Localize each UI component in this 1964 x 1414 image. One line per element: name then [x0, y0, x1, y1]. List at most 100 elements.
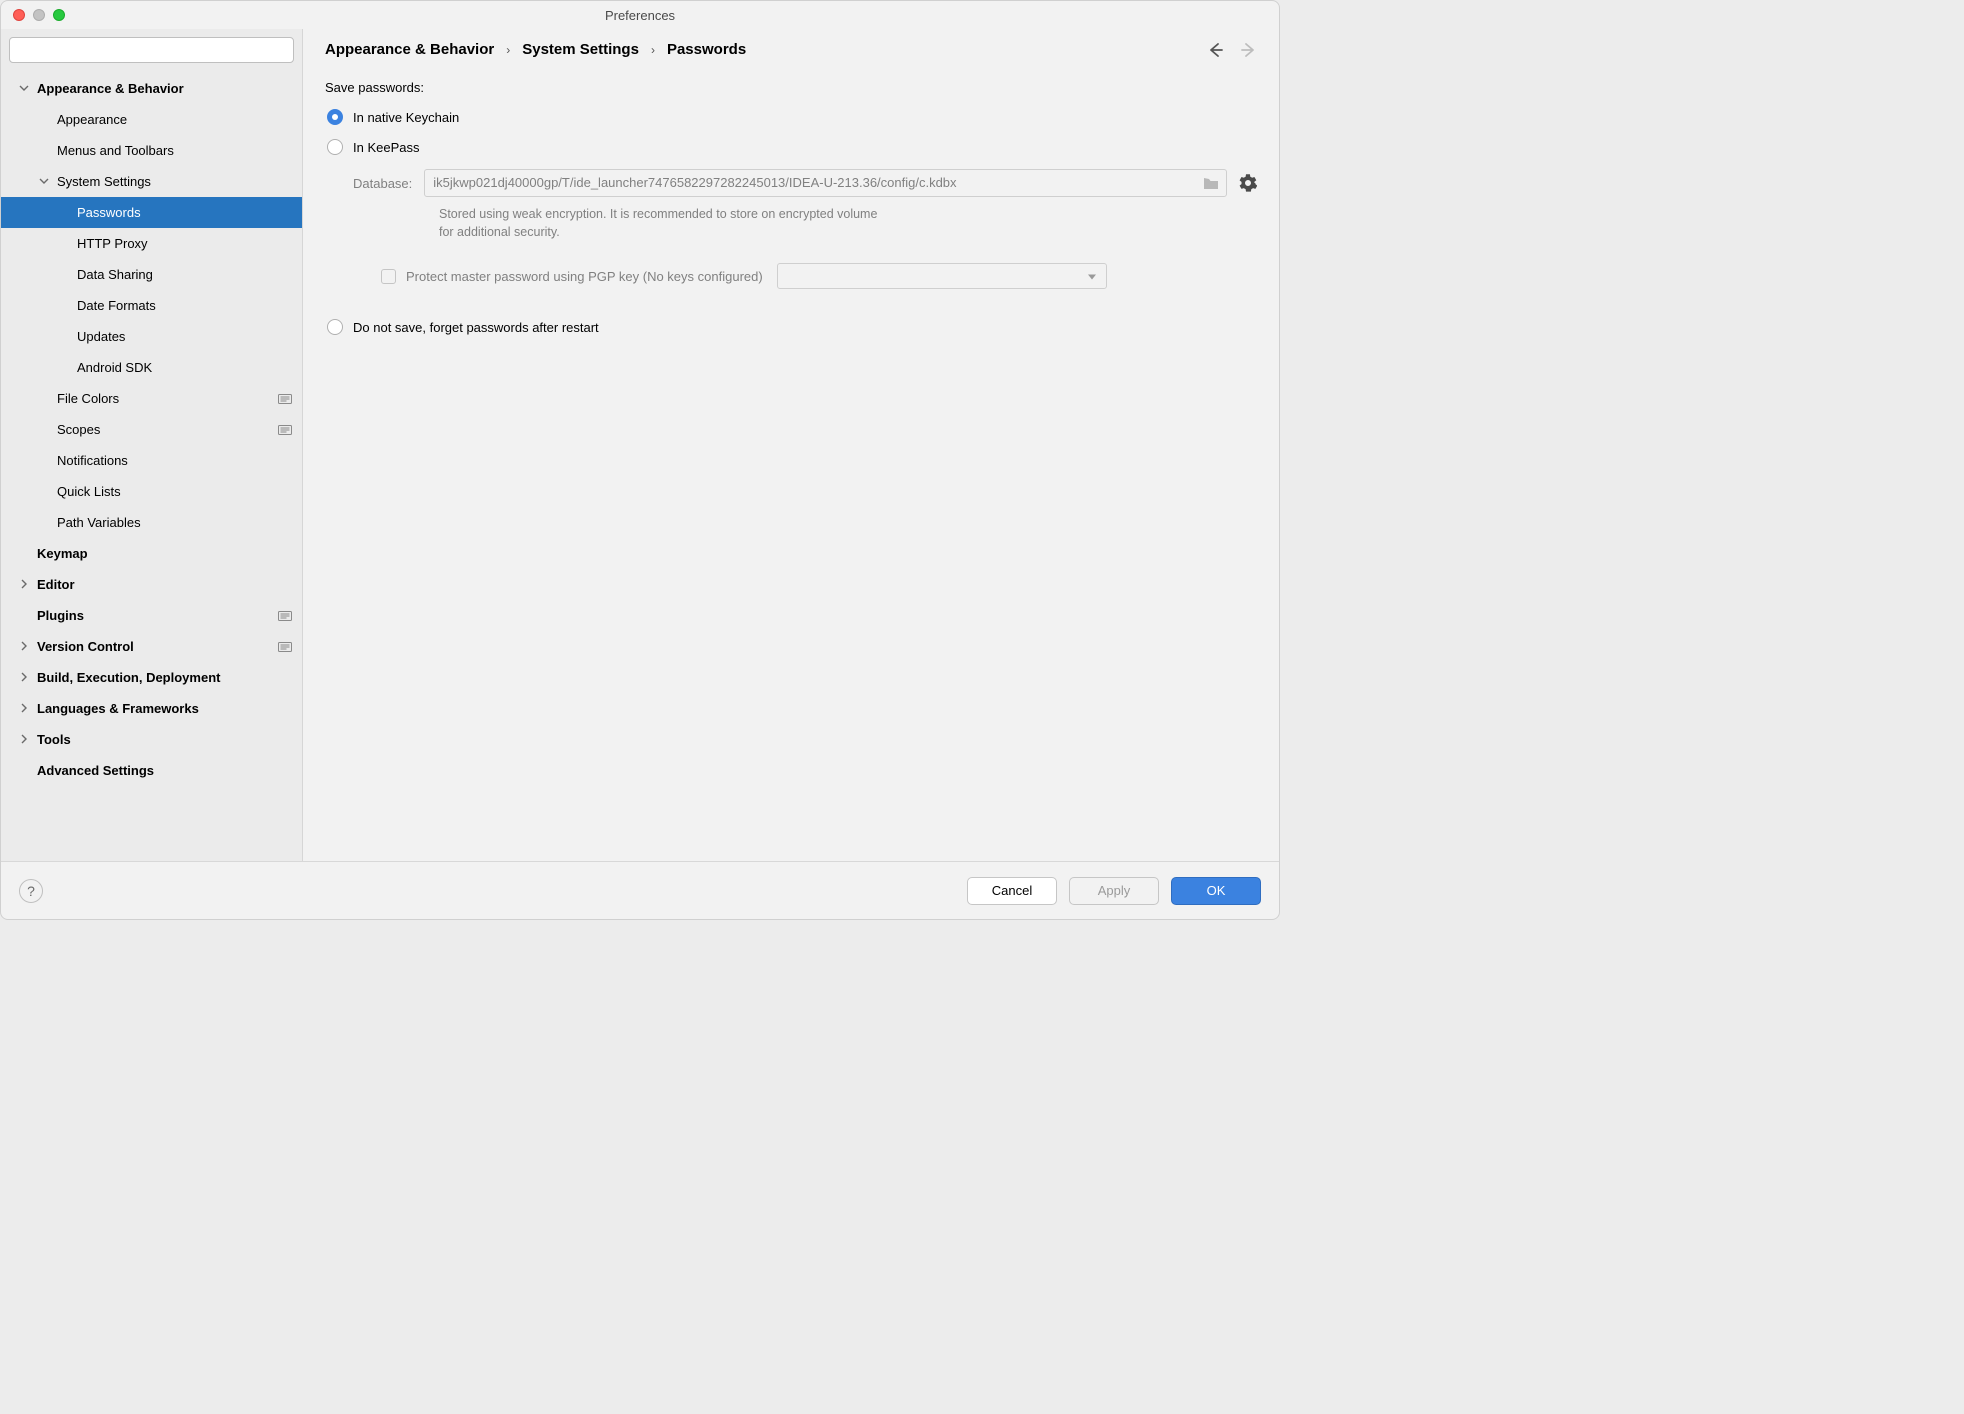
tree-item-label: Menus and Toolbars: [57, 143, 292, 158]
titlebar: Preferences: [1, 1, 1279, 29]
expand-arrow-icon: [39, 517, 51, 529]
project-settings-icon: [278, 393, 292, 405]
pgp-key-dropdown[interactable]: [777, 263, 1107, 289]
expand-arrow-icon: [19, 734, 31, 746]
breadcrumb-part[interactable]: System Settings: [522, 41, 639, 58]
tree-item-label: Passwords: [77, 205, 292, 220]
tree-item-label: Tools: [37, 732, 292, 747]
expand-arrow-icon: [19, 610, 31, 622]
tree-item[interactable]: Data Sharing: [1, 259, 302, 290]
expand-arrow-icon: [39, 114, 51, 126]
tree-item-label: Android SDK: [77, 360, 292, 375]
settings-tree[interactable]: Appearance & Behavior Appearance Menus and…: [1, 69, 302, 861]
tree-item[interactable]: Android SDK: [1, 352, 302, 383]
help-button[interactable]: ?: [19, 879, 43, 903]
expand-arrow-icon: [59, 207, 71, 219]
ok-button[interactable]: OK: [1171, 877, 1261, 905]
help-icon: ?: [27, 883, 35, 899]
expand-arrow-icon: [39, 424, 51, 436]
tree-item-label: Version Control: [37, 639, 278, 654]
tree-item-label: Date Formats: [77, 298, 292, 313]
back-button[interactable]: [1207, 42, 1223, 58]
minimize-window-button[interactable]: [33, 9, 45, 21]
tree-item-label: System Settings: [57, 174, 292, 189]
tree-item[interactable]: File Colors: [1, 383, 302, 414]
gear-icon[interactable]: [1239, 174, 1257, 192]
expand-arrow-icon: [19, 703, 31, 715]
window-controls: [1, 9, 65, 21]
forward-button[interactable]: [1241, 42, 1257, 58]
tree-item-label: Advanced Settings: [37, 763, 292, 778]
search-container: [1, 29, 302, 69]
zoom-window-button[interactable]: [53, 9, 65, 21]
tree-item-label: Keymap: [37, 546, 292, 561]
breadcrumb-row: Appearance & Behavior › System Settings …: [325, 41, 1257, 58]
radio-keychain[interactable]: In native Keychain: [327, 109, 1257, 125]
preferences-window: Preferences Appearance & BehaviorAppeara…: [0, 0, 1280, 920]
arrow-left-icon: [1207, 42, 1223, 58]
main-area: Appearance & Behavior Appearance Menus and…: [1, 29, 1279, 861]
tree-item[interactable]: Advanced Settings: [1, 755, 302, 786]
breadcrumb-part[interactable]: Appearance & Behavior: [325, 41, 494, 58]
expand-arrow-icon: [19, 672, 31, 684]
tree-item[interactable]: Path Variables: [1, 507, 302, 538]
tree-item[interactable]: Quick Lists: [1, 476, 302, 507]
project-settings-icon: [278, 610, 292, 622]
dialog-footer: ? Cancel Apply OK: [1, 861, 1279, 919]
expand-arrow-icon: [39, 393, 51, 405]
tree-item[interactable]: Appearance & Behavior: [1, 73, 302, 104]
tree-item[interactable]: System Settings: [1, 166, 302, 197]
tree-item[interactable]: Appearance: [1, 104, 302, 135]
radio-label: In KeePass: [353, 140, 420, 155]
save-passwords-label: Save passwords:: [325, 80, 1257, 95]
tree-item[interactable]: HTTP Proxy: [1, 228, 302, 259]
tree-item[interactable]: Scopes: [1, 414, 302, 445]
tree-item-label: Editor: [37, 577, 292, 592]
expand-arrow-icon: [19, 83, 31, 95]
tree-item[interactable]: Build, Execution, Deployment: [1, 662, 302, 693]
breadcrumb: Appearance & Behavior › System Settings …: [325, 41, 1199, 58]
expand-arrow-icon: [19, 579, 31, 591]
radio-icon: [327, 319, 343, 335]
database-field[interactable]: ik5jkwp021dj40000gp/T/ide_launcher747658…: [424, 169, 1227, 197]
close-window-button[interactable]: [13, 9, 25, 21]
expand-arrow-icon: [59, 269, 71, 281]
project-settings-icon: [278, 641, 292, 653]
tree-item-label: Path Variables: [57, 515, 292, 530]
tree-item-label: Scopes: [57, 422, 278, 437]
tree-item[interactable]: Version Control: [1, 631, 302, 662]
expand-arrow-icon: [19, 641, 31, 653]
tree-item[interactable]: Tools: [1, 724, 302, 755]
expand-arrow-icon: [19, 548, 31, 560]
database-label: Database:: [353, 176, 412, 191]
tree-item-label: Languages & Frameworks: [37, 701, 292, 716]
tree-item-label: HTTP Proxy: [77, 236, 292, 251]
apply-button[interactable]: Apply: [1069, 877, 1159, 905]
expand-arrow-icon: [39, 176, 51, 188]
search-input[interactable]: [9, 37, 294, 63]
tree-item[interactable]: Date Formats: [1, 290, 302, 321]
radio-keepass[interactable]: In KeePass: [327, 139, 1257, 155]
folder-icon[interactable]: [1203, 176, 1219, 190]
radio-donotsave[interactable]: Do not save, forget passwords after rest…: [327, 319, 1257, 335]
protect-pgp-row: Protect master password using PGP key (N…: [381, 263, 1257, 289]
protect-pgp-label: Protect master password using PGP key (N…: [406, 269, 763, 284]
tree-item[interactable]: Keymap: [1, 538, 302, 569]
radio-label: In native Keychain: [353, 110, 459, 125]
nav-arrows: [1207, 42, 1257, 58]
tree-item-label: Appearance & Behavior: [37, 81, 292, 96]
breadcrumb-part[interactable]: Passwords: [667, 41, 746, 58]
tree-item-label: Updates: [77, 329, 292, 344]
tree-item[interactable]: Notifications: [1, 445, 302, 476]
tree-item[interactable]: Editor: [1, 569, 302, 600]
protect-pgp-checkbox[interactable]: [381, 269, 396, 284]
radio-label: Do not save, forget passwords after rest…: [353, 320, 599, 335]
tree-item[interactable]: Menus and Toolbars: [1, 135, 302, 166]
tree-item[interactable]: Languages & Frameworks: [1, 693, 302, 724]
tree-item[interactable]: Passwords: [1, 197, 302, 228]
cancel-button[interactable]: Cancel: [967, 877, 1057, 905]
tree-item[interactable]: Updates: [1, 321, 302, 352]
database-hint: Stored using weak encryption. It is reco…: [439, 205, 879, 241]
tree-item[interactable]: Plugins: [1, 600, 302, 631]
arrow-right-icon: [1241, 42, 1257, 58]
